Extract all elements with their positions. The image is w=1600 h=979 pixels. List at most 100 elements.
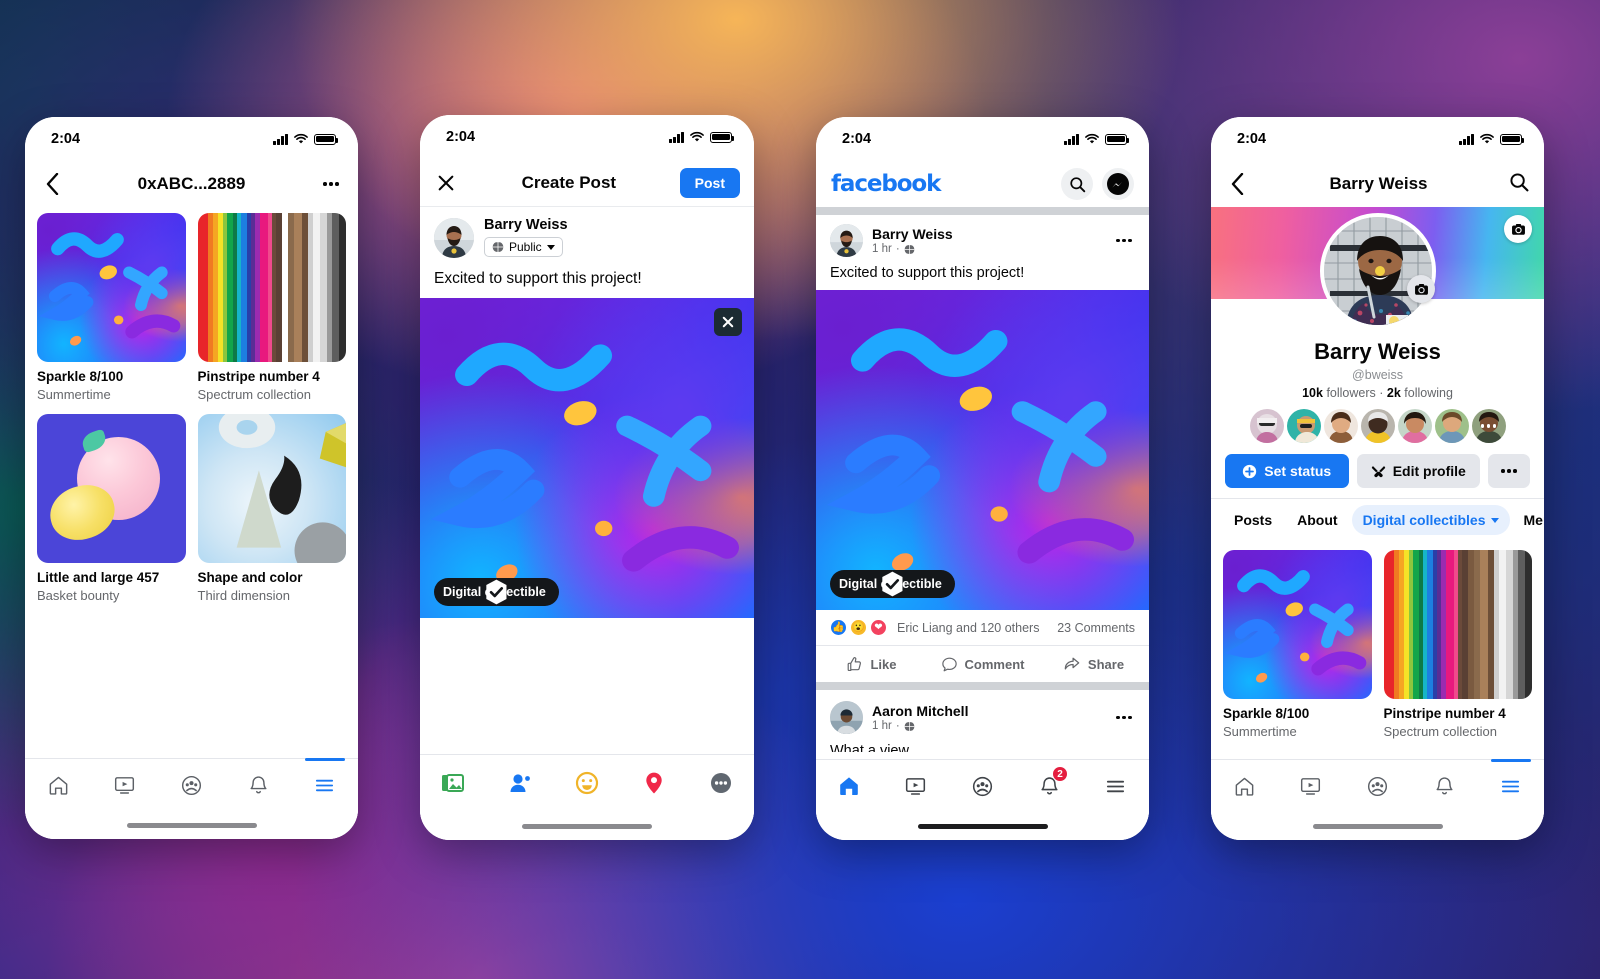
tab-notifications[interactable]: 2 — [1023, 760, 1075, 812]
status-bar: 2:04 — [1211, 117, 1544, 161]
facebook-logo[interactable]: facebook — [831, 171, 941, 197]
chevron-left-icon[interactable] — [41, 173, 63, 195]
chevron-left-icon[interactable] — [1226, 173, 1248, 195]
more-horizontal-icon[interactable] — [320, 182, 342, 186]
avatar[interactable] — [830, 701, 863, 734]
feeling-icon[interactable] — [565, 761, 609, 805]
tab-groups[interactable] — [165, 759, 217, 811]
friend-avatar[interactable] — [1360, 409, 1395, 443]
tab-watch[interactable] — [99, 759, 151, 811]
tab-menu[interactable] — [299, 758, 351, 811]
groups-icon — [181, 775, 202, 795]
profile-handle: @bweiss — [1352, 368, 1403, 382]
followers-label: followers — [1326, 386, 1376, 400]
friends-overflow[interactable] — [1471, 409, 1506, 443]
tab-watch[interactable] — [1285, 760, 1337, 812]
section-divider — [816, 207, 1149, 215]
comment-button[interactable]: Comment — [927, 646, 1038, 682]
tab-home[interactable] — [823, 760, 875, 812]
friends-row — [1211, 409, 1544, 443]
home-indicator — [1312, 824, 1443, 829]
edit-profile-button[interactable]: Edit profile — [1356, 454, 1480, 488]
avatar[interactable] — [434, 217, 474, 258]
post-collectible-image[interactable]: Digital collectible — [816, 290, 1149, 610]
tab-groups[interactable] — [1351, 760, 1403, 812]
menu-icon — [1107, 780, 1125, 792]
tab-about[interactable]: About — [1286, 505, 1348, 535]
collectible-card[interactable]: Pinstripe number 4 Spectrum collection — [197, 213, 347, 402]
home-indicator — [917, 824, 1048, 829]
collectible-card[interactable]: Little and large 457 Basket bounty — [37, 414, 186, 603]
remove-attachment-button[interactable] — [714, 308, 742, 336]
home-indicator — [126, 823, 257, 828]
search-icon[interactable] — [1061, 168, 1093, 200]
tab-home[interactable] — [1218, 760, 1270, 812]
tag-people-icon[interactable] — [498, 761, 542, 805]
tab-watch[interactable] — [890, 760, 942, 812]
phone-collection: 2:04 0xABC...2889 Sparkle 8/100 Summerti… — [25, 117, 358, 839]
collectible-card[interactable]: Sparkle 8/100 Summertime — [1223, 550, 1372, 739]
cover-camera-icon[interactable] — [1504, 215, 1532, 243]
status-time: 2:04 — [51, 131, 81, 147]
tab-groups[interactable] — [956, 760, 1008, 812]
like-button[interactable]: Like — [816, 646, 927, 682]
photo-icon[interactable] — [431, 761, 475, 805]
friend-avatar[interactable] — [1286, 409, 1321, 443]
tab-notifications[interactable] — [232, 759, 284, 811]
following-count: 2k — [1386, 386, 1401, 400]
home-icon — [1235, 777, 1254, 796]
composer-text[interactable]: Excited to support this project! — [420, 262, 754, 298]
friend-avatar[interactable] — [1434, 409, 1469, 443]
profile-avatar[interactable] — [1319, 213, 1436, 329]
next-post-text: What a view — [830, 743, 909, 752]
collectible-card[interactable]: Shape and color Third dimension — [197, 414, 346, 603]
post-button[interactable]: Post — [679, 167, 740, 198]
create-post-header: Create Post Post — [420, 159, 754, 207]
tab-menu[interactable] — [1485, 759, 1537, 812]
tab-notifications[interactable] — [1418, 760, 1470, 812]
wifi-icon — [690, 131, 704, 142]
tab-digital-collectibles[interactable]: Digital collectibles — [1351, 505, 1510, 535]
wifi-icon — [1085, 133, 1099, 144]
cover-photo[interactable] — [1211, 207, 1544, 329]
sparkle-artwork — [37, 213, 186, 362]
friend-avatar[interactable] — [1249, 409, 1284, 443]
digital-collectible-badge: Digital collectible — [434, 578, 559, 606]
profile-more-button[interactable] — [1488, 454, 1530, 488]
avatar[interactable] — [830, 224, 863, 257]
collectible-collection: Basket bounty — [37, 587, 120, 603]
tab-home[interactable] — [32, 759, 84, 811]
audience-selector[interactable]: Public — [484, 237, 563, 257]
reactions-text[interactable]: Eric Liang and 120 others — [897, 621, 1039, 635]
post-timestamp: 1 hr — [872, 243, 892, 255]
tab-posts[interactable]: Posts — [1223, 505, 1283, 535]
fruit-artwork — [37, 414, 186, 563]
post-author-name[interactable]: Aaron Mitchell — [872, 703, 1104, 719]
home-indicator — [522, 824, 652, 829]
close-icon[interactable] — [434, 171, 458, 195]
home-icon — [49, 776, 68, 795]
cellular-bars-icon — [1064, 133, 1079, 145]
avatar-camera-icon[interactable] — [1407, 275, 1435, 303]
share-button[interactable]: Share — [1038, 646, 1149, 682]
friend-avatar[interactable] — [1323, 409, 1358, 443]
collectible-card[interactable]: Pinstripe number 4 Spectrum collection — [1383, 550, 1533, 739]
more-horizontal-icon[interactable] — [1113, 238, 1135, 243]
post-actions: Like Comment Share — [816, 645, 1149, 682]
search-icon[interactable] — [1509, 172, 1529, 197]
more-icon[interactable] — [699, 761, 743, 805]
location-icon[interactable] — [632, 761, 676, 805]
tab-menu[interactable] — [1090, 760, 1142, 812]
friend-avatar[interactable] — [1397, 409, 1432, 443]
more-horizontal-icon[interactable] — [1113, 715, 1135, 720]
post-author-name[interactable]: Barry Weiss — [872, 226, 1104, 242]
verified-hexagon-icon — [882, 571, 903, 597]
collectible-card[interactable]: Sparkle 8/100 Summertime — [37, 213, 186, 402]
attached-collectible-image[interactable]: Digital collectible — [420, 298, 754, 618]
tab-mentions[interactable]: Mentions — [1513, 505, 1545, 535]
active-tab-indicator — [1490, 759, 1531, 762]
battery-icon — [710, 131, 735, 143]
set-status-button[interactable]: Set status — [1225, 454, 1349, 488]
comments-count[interactable]: 23 Comments — [1057, 621, 1135, 635]
messenger-icon[interactable] — [1102, 168, 1134, 200]
